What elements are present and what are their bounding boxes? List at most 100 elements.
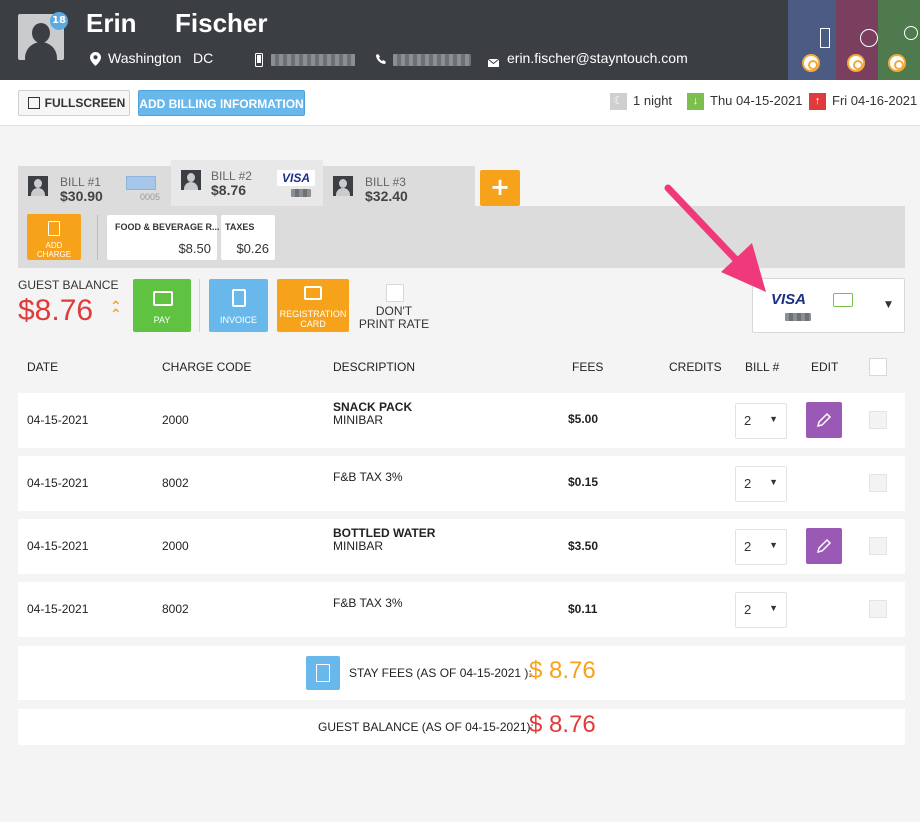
- col-header-credits: CREDITS: [669, 360, 722, 374]
- rings-icon: [904, 26, 918, 40]
- mobile-phone-icon: [255, 53, 263, 71]
- charge-group-food-beverage[interactable]: FOOD & BEVERAGE R... $8.50: [107, 215, 220, 260]
- bill-label: BILL #2: [211, 169, 252, 183]
- departure-date: Fri 04-16-2021: [832, 93, 918, 108]
- pay-button[interactable]: PAY: [133, 279, 191, 332]
- row-description-detail: MINIBAR: [333, 539, 384, 553]
- row-checkbox[interactable]: [869, 411, 887, 429]
- col-header-edit: EDIT: [811, 360, 839, 374]
- fullscreen-button[interactable]: FULLSCREEN: [18, 90, 130, 116]
- row-date: 04-15-2021: [27, 602, 89, 616]
- bill-number-value: 2: [744, 539, 752, 554]
- guest-last-name: Fischer: [175, 8, 268, 38]
- printer-icon: [304, 286, 322, 300]
- row-description-detail: F&B TAX 3%: [333, 596, 403, 610]
- stay-fees-amount: $ 8.76: [529, 657, 596, 684]
- guest-balance-total-label: GUEST BALANCE (AS OF 04-15-2021):: [318, 720, 534, 734]
- bill-number-value: 2: [744, 476, 752, 491]
- membership-tile[interactable]: [878, 0, 920, 80]
- add-charge-button[interactable]: ADD CHARGE: [27, 214, 81, 260]
- add-billing-information-button[interactable]: ADD BILLING INFORMATION: [138, 90, 305, 116]
- calculator-icon: [48, 221, 60, 236]
- charge-group-taxes[interactable]: TAXES $0.26: [221, 215, 275, 260]
- bill-number-value: 2: [744, 413, 752, 428]
- row-checkbox[interactable]: [869, 474, 887, 492]
- email-icon: [487, 56, 500, 71]
- id-card-icon: [820, 28, 830, 48]
- credit-card-icon: [126, 176, 156, 190]
- document-icon: [231, 289, 246, 307]
- location-pin-icon: [90, 52, 101, 70]
- guest-avatar-icon: [333, 176, 353, 196]
- payment-card-select[interactable]: VISA ▼: [752, 278, 905, 333]
- row-charge-code: 2000: [162, 413, 189, 427]
- bill-number-value: 2: [744, 602, 752, 617]
- bill-tab-1[interactable]: BILL #1 $30.90 0005: [18, 166, 171, 206]
- row-description-title: SNACK PACK: [333, 400, 413, 414]
- divider: [97, 215, 98, 260]
- col-header-fees: FEES: [572, 360, 604, 374]
- guest-state: DC: [193, 50, 214, 66]
- charge-group-title: TAXES: [225, 222, 255, 232]
- guest-avatar-icon: [181, 170, 201, 190]
- row-description-detail: MINIBAR: [333, 413, 384, 427]
- card-number-redacted: [291, 189, 311, 197]
- row-charge-code: 8002: [162, 602, 189, 616]
- row-date: 04-15-2021: [27, 476, 89, 490]
- edit-charge-button[interactable]: [806, 528, 842, 564]
- guest-balance-row: GUEST BALANCE (AS OF 04-15-2021): $ 8.76: [18, 709, 905, 745]
- charge-group-title: FOOD & BEVERAGE R...: [115, 222, 220, 232]
- chevron-down-icon: ▼: [885, 300, 892, 310]
- divider: [199, 279, 200, 332]
- arrival-date: Thu 04-15-2021: [710, 93, 803, 108]
- dont-print-rate-checkbox[interactable]: [386, 284, 404, 302]
- bill-number-select[interactable]: 2 ▼: [735, 529, 787, 565]
- select-all-checkbox[interactable]: [869, 358, 887, 376]
- invoice-button[interactable]: INVOICE: [209, 279, 268, 332]
- fullscreen-label: FULLSCREEN: [44, 96, 126, 110]
- receipt-button[interactable]: [306, 656, 340, 690]
- guest-balance-total-amount: $ 8.76: [529, 711, 596, 738]
- guest-avatar-icon: [28, 176, 48, 196]
- pencil-icon: [816, 412, 832, 428]
- invoice-label: INVOICE: [219, 315, 257, 325]
- id-card-tile[interactable]: [788, 0, 836, 80]
- guest-city: Washington: [108, 50, 182, 66]
- pencil-icon: [816, 538, 832, 554]
- double-chevron-up-icon[interactable]: ⌃ ⌃: [110, 300, 122, 322]
- phone-number-redacted: [393, 54, 471, 66]
- col-header-description: DESCRIPTION: [333, 360, 416, 374]
- departure-info: ↑ Fri 04-16-2021: [809, 93, 918, 111]
- card-last4: 0005: [140, 192, 161, 202]
- globe-tile[interactable]: [836, 0, 878, 80]
- add-charge-label-line2: CHARGE: [36, 250, 72, 259]
- departure-arrow-icon: ↑: [809, 93, 826, 111]
- bill-number-select[interactable]: 2 ▼: [735, 592, 787, 628]
- edit-charge-button[interactable]: [806, 402, 842, 438]
- guest-balance-label: GUEST BALANCE: [18, 278, 119, 292]
- row-checkbox[interactable]: [869, 537, 887, 555]
- bill-amount: $30.90: [60, 188, 103, 204]
- wallet-icon: [153, 291, 173, 306]
- dont-print-rate-label: DON'T PRINT RATE: [358, 304, 430, 331]
- row-date: 04-15-2021: [27, 539, 89, 553]
- search-icon: [888, 54, 906, 72]
- nights-info: ☾ 1 night: [610, 93, 672, 111]
- bill-number-select[interactable]: 2 ▼: [735, 403, 787, 439]
- row-description-title: BOTTLED WATER: [333, 526, 436, 540]
- guest-first-name: Erin: [86, 8, 137, 38]
- pay-label: PAY: [153, 315, 171, 325]
- row-checkbox[interactable]: [869, 600, 887, 618]
- bill-number-select[interactable]: 2 ▼: [735, 466, 787, 502]
- stay-fees-row: STAY FEES (AS OF 04-15-2021 ): $ 8.76: [18, 646, 905, 700]
- bill-tab-3[interactable]: BILL #3 $32.40: [323, 166, 475, 206]
- credit-card-icon: [833, 293, 853, 307]
- row-description-detail: F&B TAX 3%: [333, 470, 403, 484]
- bill-label: BILL #1: [60, 175, 101, 189]
- add-bill-button[interactable]: +: [480, 170, 520, 206]
- visa-card-icon: VISA: [771, 291, 807, 308]
- row-fee: $0.15: [568, 475, 599, 489]
- bill-tab-2[interactable]: BILL #2 $8.76 VISA: [171, 160, 323, 206]
- registration-card-button[interactable]: REGISTRATION CARD: [277, 279, 349, 332]
- guest-email[interactable]: erin.fischer@stayntouch.com: [507, 50, 688, 66]
